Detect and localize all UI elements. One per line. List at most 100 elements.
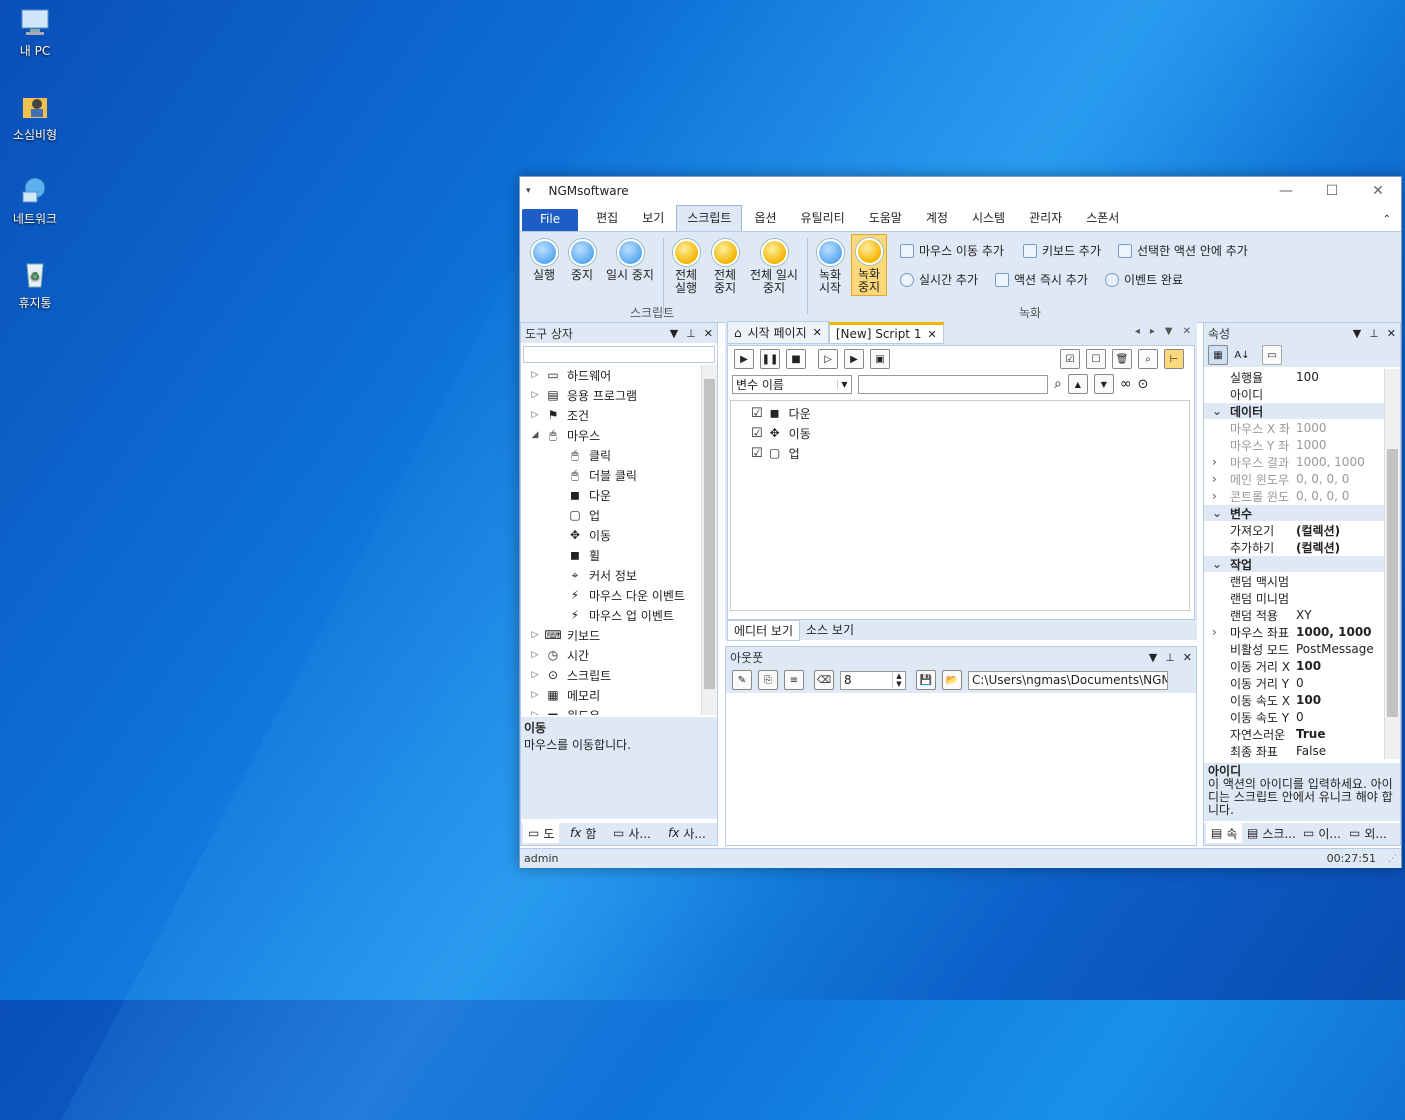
menu-script[interactable]: 스크립트 <box>676 205 743 231</box>
property-row[interactable]: 랜덤 적용 XY <box>1204 607 1384 624</box>
property-value[interactable]: (컬렉션) <box>1290 539 1340 556</box>
desktop-icon-network[interactable]: 네트워크 <box>0 174 70 227</box>
toolbox-item[interactable]: ▷ ⚑ 조건 <box>521 405 717 425</box>
property-value[interactable]: 0 <box>1290 710 1304 724</box>
tab-script[interactable]: ▤ 스크... <box>1242 823 1301 843</box>
property-value[interactable]: 1000 <box>1290 421 1327 435</box>
property-value[interactable]: 1000 <box>1290 438 1327 452</box>
quick-access-icon[interactable]: ▾ <box>526 186 531 196</box>
property-row[interactable]: 마우스 X 좌표1000 <box>1204 420 1384 437</box>
sort-az-icon[interactable]: A↓ <box>1232 345 1252 365</box>
property-row[interactable]: 이동 거리 X 100 <box>1204 658 1384 675</box>
tab-script-1[interactable]: [New] Script 1 ✕ <box>828 322 944 344</box>
toolbox-search-input[interactable] <box>523 346 715 363</box>
menu-view[interactable]: 보기 <box>630 209 676 231</box>
delete-icon[interactable]: 🗑 <box>1112 349 1132 369</box>
property-value[interactable]: True <box>1290 727 1325 741</box>
property-row[interactable]: 이동 거리 Y0 <box>1204 675 1384 692</box>
toolbox-item[interactable]: ▢ 업 <box>521 505 717 525</box>
add-in-selected-button[interactable]: 선택한 액션 안에 추가 <box>1118 242 1248 259</box>
property-row[interactable]: 비활성 모드 PostMessage <box>1204 641 1384 658</box>
folder-icon[interactable]: 📂 <box>942 670 962 690</box>
tab-toolbox[interactable]: ▭ 도 <box>523 823 560 843</box>
property-category[interactable]: ⌄ 데이터 <box>1204 403 1384 420</box>
stop-all-button[interactable]: 전체 중지 <box>707 236 743 295</box>
expander-icon[interactable]: ▷ <box>529 690 541 700</box>
property-row[interactable]: › 마우스 결과 1000, 1000 <box>1204 454 1384 471</box>
property-category[interactable]: ⌄ 변수 <box>1204 505 1384 522</box>
expander-icon[interactable]: › <box>1212 472 1217 486</box>
pin-icon[interactable]: ⊥ <box>1165 651 1175 664</box>
property-row[interactable]: 가져오기 (컬렉션) <box>1204 522 1384 539</box>
toolbox-item[interactable]: ◼ 다운 <box>521 485 717 505</box>
property-value[interactable]: (컬렉션) <box>1290 522 1340 539</box>
property-row[interactable]: 이동 속도 Y0 <box>1204 709 1384 726</box>
down-icon[interactable]: ▼ <box>1093 374 1114 394</box>
stop-icon[interactable]: ■ <box>786 349 806 369</box>
property-row[interactable]: › 콘트롤 윈도우0, 0, 0, 0 <box>1204 488 1384 505</box>
pause-icon[interactable]: ❚❚ <box>760 349 780 369</box>
wrap-icon[interactable]: ≡ <box>784 670 804 690</box>
toolbox-item[interactable]: ▷ ▤ 응용 프로그램 <box>521 385 717 405</box>
save-icon[interactable]: 💾 <box>916 670 936 690</box>
property-value[interactable]: 0, 0, 0, 0 <box>1290 489 1349 503</box>
property-row[interactable]: 이동 속도 X 100 <box>1204 692 1384 709</box>
expander-icon[interactable]: ▷ <box>529 710 541 715</box>
expander-icon[interactable]: ▷ <box>529 630 541 640</box>
pause-all-button[interactable]: 전체 일시 중지 <box>746 236 802 295</box>
collapse-ribbon-icon[interactable]: ⌃ <box>1383 214 1391 231</box>
close-icon[interactable]: ✕ <box>1387 327 1396 340</box>
play-from-icon[interactable]: ▶ <box>844 349 864 369</box>
toolbox-item[interactable]: 🖱 클릭 <box>521 445 717 465</box>
toolbox-item[interactable]: ▷ ⌨ 키보드 <box>521 625 717 645</box>
checkbox-icon[interactable]: ☑ <box>751 446 763 461</box>
expander-icon[interactable]: ⌄ <box>1212 404 1222 418</box>
tab-left-icon[interactable]: ◂ <box>1135 326 1140 337</box>
toolbox-item[interactable]: ▷ ▦ 메모리 <box>521 685 717 705</box>
tab-list-icon[interactable]: ▼ <box>1165 326 1173 337</box>
record-start-button[interactable]: 녹화 시작 <box>812 236 848 295</box>
uncheck-icon[interactable]: ☐ <box>1086 349 1106 369</box>
run-all-button[interactable]: 전체 실행 <box>668 236 704 295</box>
close-icon[interactable]: ✕ <box>1183 326 1191 337</box>
tab-right-icon[interactable]: ▸ <box>1150 326 1155 337</box>
expander-icon[interactable]: › <box>1212 455 1217 469</box>
line-count-stepper[interactable]: 8 ▲ ▼ <box>840 670 906 690</box>
property-row[interactable]: 랜덤 맥시멈 <box>1204 573 1384 590</box>
expander-icon[interactable]: › <box>1212 625 1217 639</box>
property-row[interactable]: 랜덤 미니멈 <box>1204 590 1384 607</box>
menu-file[interactable]: File <box>522 209 579 231</box>
expander-icon[interactable]: ▷ <box>529 410 541 420</box>
property-row[interactable]: 자연스러운 True <box>1204 726 1384 743</box>
toolbox-item[interactable]: 🖱 더블 클릭 <box>521 465 717 485</box>
property-row[interactable]: 아이디 <box>1204 386 1384 403</box>
event-done-button[interactable]: 이벤트 완료 <box>1105 271 1183 288</box>
pin-icon[interactable]: ⊥ <box>1369 327 1379 340</box>
tab-image[interactable]: ▭ 이... <box>1298 823 1346 843</box>
expander-icon[interactable]: ⌄ <box>1212 506 1222 520</box>
property-category[interactable]: ⌄ 작업 <box>1204 556 1384 573</box>
property-value[interactable]: 100 <box>1290 370 1319 384</box>
clear-output-icon[interactable]: ✎ <box>732 670 752 690</box>
tab-external[interactable]: ▭ 외... <box>1344 823 1392 843</box>
play-step-icon[interactable]: ▷ <box>818 349 838 369</box>
play-icon[interactable]: ▶ <box>734 349 754 369</box>
menu-sponsor[interactable]: 스폰서 <box>1074 209 1131 231</box>
toolbox-item[interactable]: ▷ ⊙ 스크립트 <box>521 665 717 685</box>
toolbox-item[interactable]: ◢ 🖱 마우스 <box>521 425 717 445</box>
property-value[interactable]: PostMessage <box>1290 642 1374 656</box>
copy-icon[interactable]: ⎘ <box>758 670 778 690</box>
variable-search-input[interactable] <box>858 374 1048 394</box>
tree-view-icon[interactable]: ⊢ <box>1164 349 1184 369</box>
expander-icon[interactable]: ▷ <box>529 370 541 380</box>
property-row[interactable]: 추가하기 (컬렉션) <box>1204 539 1384 556</box>
minimize-button[interactable]: — <box>1263 183 1309 199</box>
resize-grip-icon[interactable]: ⋰ <box>1388 854 1397 864</box>
toolbox-scrollbar[interactable] <box>701 365 717 715</box>
close-tab-icon[interactable]: ✕ <box>927 328 936 341</box>
expander-icon[interactable]: ▷ <box>529 650 541 660</box>
toolbox-item[interactable]: ▷ ▭ 하드웨어 <box>521 365 717 385</box>
toolbox-item[interactable]: ⌖ 커서 정보 <box>521 565 717 585</box>
more-icon[interactable]: ⊙ <box>1138 377 1149 392</box>
property-row[interactable]: 최종 좌표 False <box>1204 743 1384 759</box>
